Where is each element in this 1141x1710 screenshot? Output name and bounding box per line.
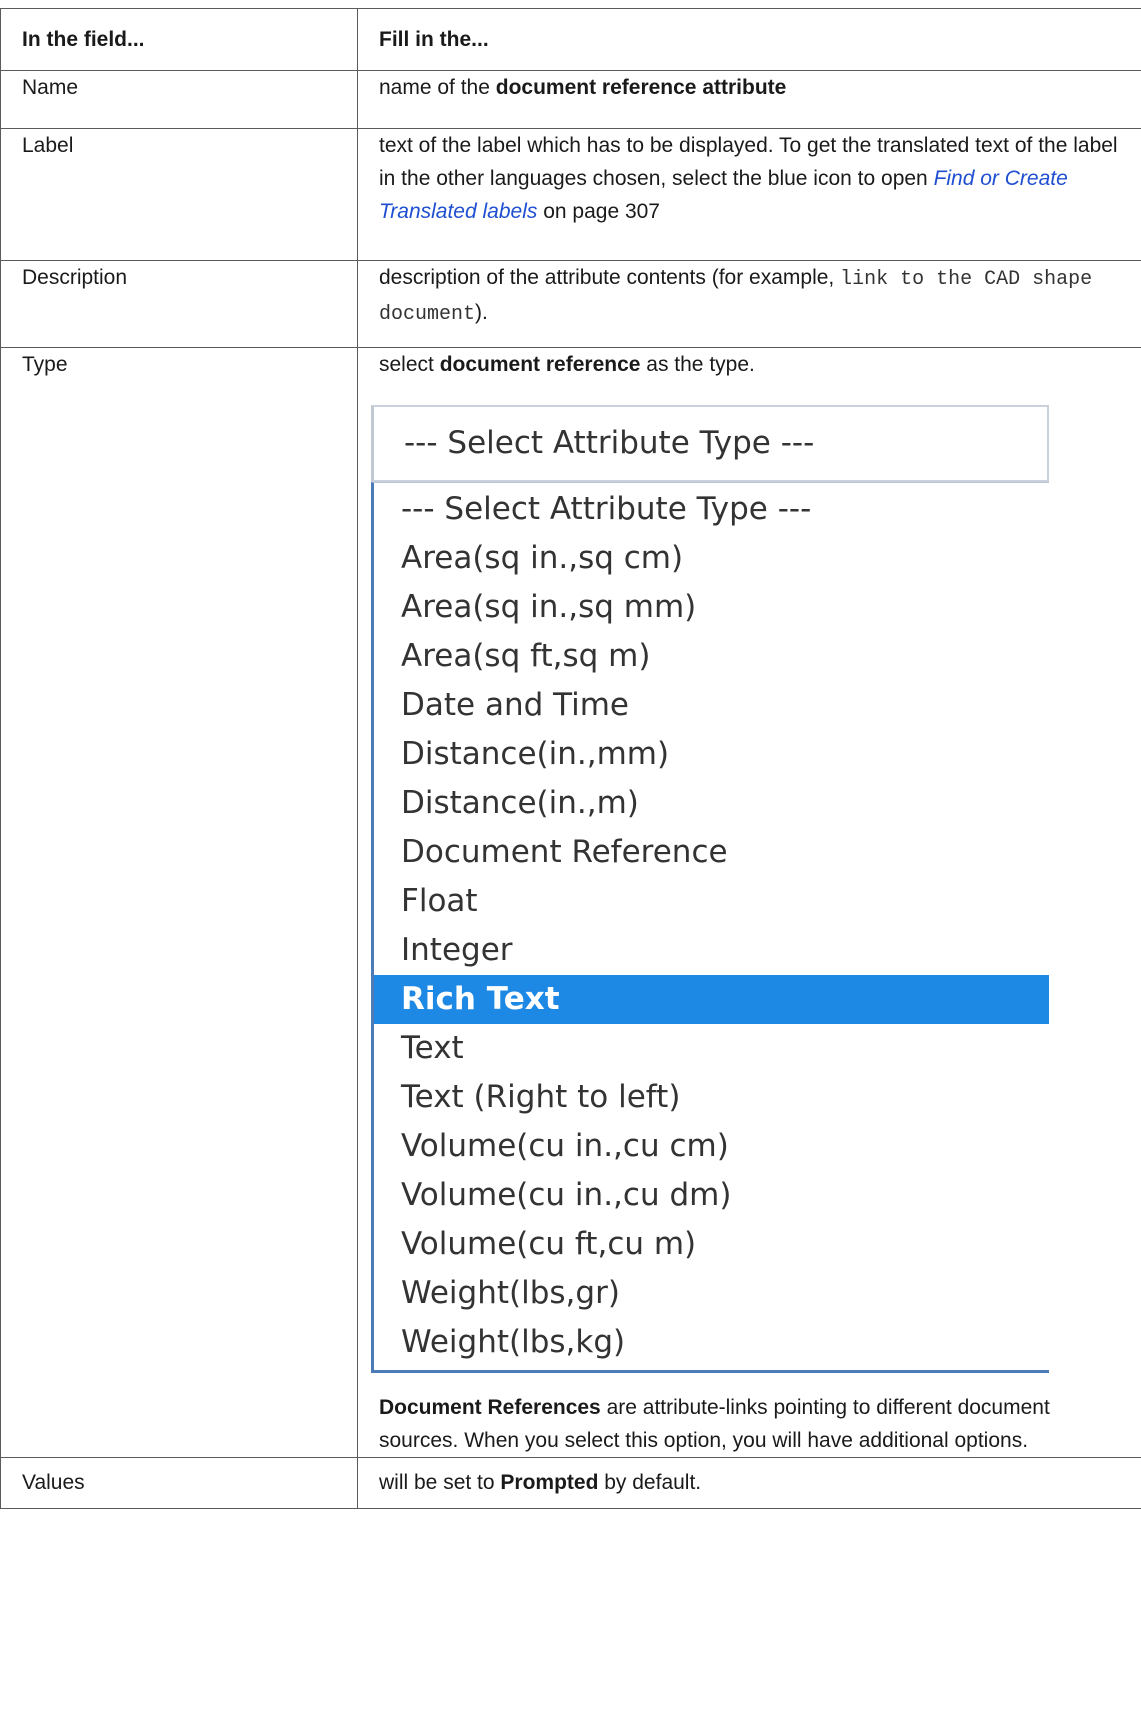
select-option[interactable]: Text (Right to left)	[374, 1073, 1049, 1122]
document-references-note: Document References are attribute-links …	[379, 1396, 1050, 1452]
attribute-type-options-list[interactable]: --- Select Attribute Type --- Area(sq in.…	[371, 482, 1049, 1373]
field-name-description: name of the document reference attribute	[357, 70, 1141, 129]
select-option[interactable]: Area(sq ft,sq m)	[374, 632, 1049, 681]
field-type-description: select document reference as the type. -…	[357, 347, 1141, 1458]
field-label-description: text of the label which has to be displa…	[357, 128, 1141, 261]
field-name: Label	[0, 128, 358, 261]
select-option[interactable]: Float	[374, 877, 1049, 926]
select-option[interactable]: Area(sq in.,sq cm)	[374, 534, 1049, 583]
select-option[interactable]: Volume(cu in.,cu cm)	[374, 1122, 1049, 1171]
field-name: Description	[0, 260, 358, 348]
select-option[interactable]: Document Reference	[374, 828, 1049, 877]
select-option[interactable]: Date and Time	[374, 681, 1049, 730]
table-row: Label text of the label which has to be …	[0, 128, 1141, 261]
table-row: Type select document reference as the ty…	[0, 347, 1141, 1458]
field-name: Type	[0, 347, 358, 1458]
bold-term: document reference	[439, 353, 641, 376]
field-description-description: description of the attribute contents (f…	[357, 260, 1141, 348]
field-reference-table: In the field... Fill in the... Name name…	[0, 8, 1141, 1509]
field-name: Values	[0, 1457, 358, 1509]
select-option[interactable]: Text	[374, 1024, 1049, 1073]
select-option[interactable]: --- Select Attribute Type ---	[374, 485, 1049, 534]
header-field: In the field...	[0, 8, 358, 71]
select-option[interactable]: Rich Text	[374, 975, 1049, 1024]
type-instruction: select document reference as the type.	[379, 353, 755, 376]
bold-term: Prompted	[500, 1471, 599, 1494]
select-option[interactable]: Weight(lbs,gr)	[374, 1269, 1049, 1318]
table-row: Description description of the attribute…	[0, 260, 1141, 348]
field-name: Name	[0, 70, 358, 129]
field-values-description: will be set to Prompted by default.	[357, 1457, 1141, 1509]
table-row: Name name of the document reference attr…	[0, 70, 1141, 129]
select-option[interactable]: Distance(in.,mm)	[374, 730, 1049, 779]
select-option[interactable]: Area(sq in.,sq mm)	[374, 583, 1049, 632]
bold-term: document reference attribute	[495, 76, 787, 99]
select-option[interactable]: Integer	[374, 926, 1049, 975]
attribute-type-select[interactable]: --- Select Attribute Type --- --- Select…	[371, 405, 1049, 1373]
select-option[interactable]: Volume(cu in.,cu dm)	[374, 1171, 1049, 1220]
table-header-row: In the field... Fill in the...	[0, 8, 1141, 71]
header-fill: Fill in the...	[357, 8, 1141, 71]
table-row: Values will be set to Prompted by defaul…	[0, 1457, 1141, 1509]
select-option[interactable]: Distance(in.,m)	[374, 779, 1049, 828]
bold-term: Document References	[379, 1396, 601, 1419]
attribute-type-select-box[interactable]: --- Select Attribute Type ---	[371, 405, 1049, 482]
select-option[interactable]: Weight(lbs,kg)	[374, 1318, 1049, 1367]
select-option[interactable]: Volume(cu ft,cu m)	[374, 1220, 1049, 1269]
